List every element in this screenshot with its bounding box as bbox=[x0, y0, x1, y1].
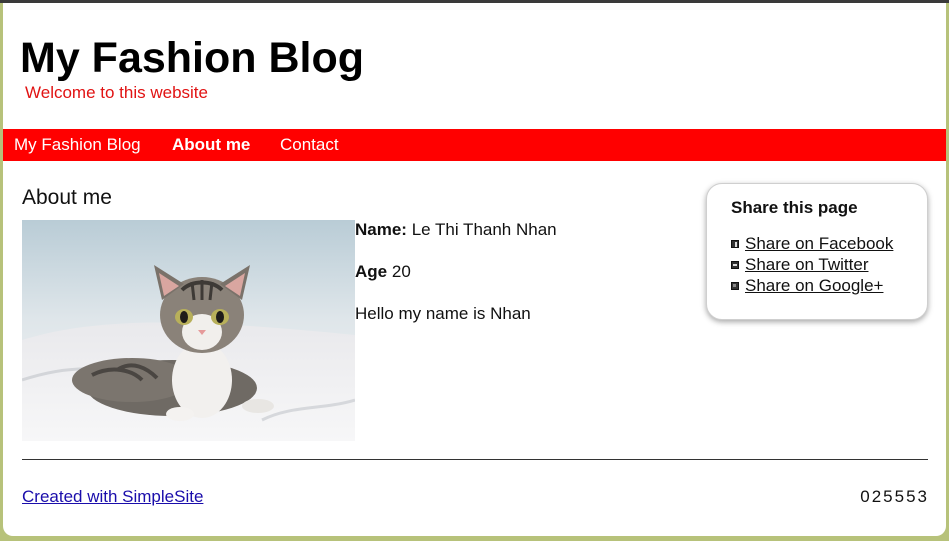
share-panel-title: Share this page bbox=[731, 198, 858, 217]
share-google-plus-link[interactable]: Share on Google+ bbox=[745, 276, 883, 295]
cat-photo bbox=[22, 220, 355, 441]
name-label: Name: bbox=[355, 220, 407, 239]
nav-item-home[interactable]: My Fashion Blog bbox=[14, 129, 141, 161]
name-value: Le Thi Thanh Nhan bbox=[411, 220, 557, 239]
simplesite-credit-link[interactable]: Created with SimpleSite bbox=[22, 487, 203, 507]
bio-text: Hello my name is Nhan bbox=[355, 304, 531, 323]
share-twitter-link[interactable]: Share on Twitter bbox=[745, 255, 868, 274]
share-item-twitter: Share on Twitter bbox=[731, 255, 868, 275]
nav-item-about-me[interactable]: About me bbox=[172, 129, 250, 161]
site-title: My Fashion Blog bbox=[20, 34, 364, 82]
facebook-icon bbox=[731, 239, 739, 248]
age-label: Age bbox=[355, 262, 388, 281]
name-line: Name: Le Thi Thanh Nhan bbox=[355, 220, 557, 240]
footer-divider bbox=[22, 459, 928, 460]
nav-item-contact[interactable]: Contact bbox=[280, 129, 339, 161]
share-facebook-link[interactable]: Share on Facebook bbox=[745, 234, 893, 253]
age-line: Age 20 bbox=[355, 262, 411, 282]
visitor-counter: 025553 bbox=[860, 487, 929, 506]
page-heading: About me bbox=[22, 186, 112, 209]
page-container: My Fashion Blog Welcome to this website … bbox=[3, 3, 946, 536]
twitter-icon bbox=[731, 260, 739, 269]
google-plus-icon bbox=[731, 281, 739, 290]
share-panel: Share this page Share on Facebook Share … bbox=[706, 183, 928, 320]
main-navigation: My Fashion Blog About me Contact bbox=[3, 129, 946, 161]
site-subtitle: Welcome to this website bbox=[25, 83, 208, 102]
age-value: 20 bbox=[391, 262, 411, 281]
share-item-facebook: Share on Facebook bbox=[731, 234, 893, 254]
share-item-google-plus: Share on Google+ bbox=[731, 276, 883, 296]
